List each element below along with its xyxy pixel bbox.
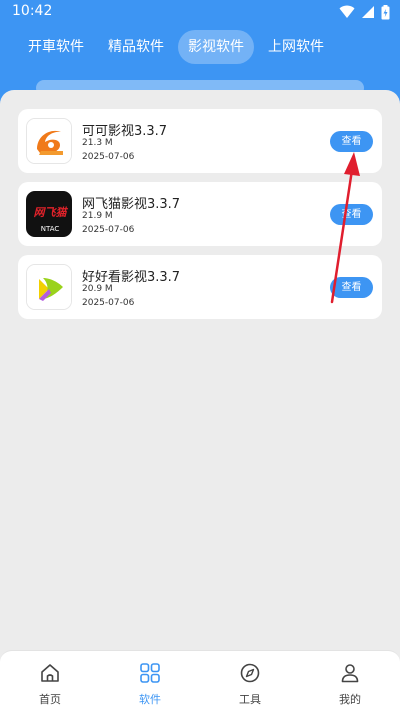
bottom-navigation: 首页 软件 工具 我的 bbox=[0, 650, 400, 712]
status-icons bbox=[339, 4, 390, 20]
home-icon bbox=[41, 664, 59, 682]
nav-tools-label: 工具 bbox=[239, 693, 261, 706]
nav-tools[interactable]: 工具 bbox=[200, 651, 300, 712]
tab-shangwang[interactable]: 上网软件 bbox=[258, 30, 334, 64]
user-icon bbox=[341, 664, 359, 683]
view-button[interactable]: 查看 bbox=[330, 277, 373, 298]
wangfeimao-logo-text: 网飞猫 bbox=[34, 206, 69, 219]
app-size: 21.9 M bbox=[82, 211, 113, 221]
app-date: 2025-07-06 bbox=[82, 225, 135, 235]
category-tabs: 开車软件 精品软件 影视软件 上网软件 bbox=[18, 30, 338, 64]
app-size: 21.3 M bbox=[82, 138, 113, 148]
app-card-wangfeimao[interactable]: 网飞猫 NTAC 网飞猫影视3.3.7 21.9 M 2025-07-06 查看 bbox=[18, 182, 382, 246]
keke-logo-icon bbox=[26, 118, 72, 164]
wangfeimao-logo-subtext: NTAC bbox=[41, 225, 60, 233]
signal-icon bbox=[362, 6, 374, 18]
haohaokan-logo-icon bbox=[26, 264, 72, 310]
nav-software[interactable]: 软件 bbox=[100, 651, 200, 712]
app-date: 2025-07-06 bbox=[82, 152, 135, 162]
nav-mine[interactable]: 我的 bbox=[300, 651, 400, 712]
app-date: 2025-07-06 bbox=[82, 298, 135, 308]
tab-yingshi[interactable]: 影视软件 bbox=[178, 30, 254, 64]
nav-mine-label: 我的 bbox=[339, 693, 361, 706]
tab-jingpin[interactable]: 精品软件 bbox=[98, 30, 174, 64]
content-panel bbox=[0, 90, 400, 690]
tab-kaiche[interactable]: 开車软件 bbox=[18, 30, 94, 64]
status-bar: 10:42 bbox=[0, 0, 400, 26]
compass-icon bbox=[240, 663, 260, 683]
view-button[interactable]: 查看 bbox=[330, 204, 373, 225]
view-button[interactable]: 查看 bbox=[330, 131, 373, 152]
nav-home-label: 首页 bbox=[39, 693, 61, 706]
app-name: 好好看影视3.3.7 bbox=[82, 270, 181, 285]
apps-grid-icon bbox=[140, 663, 160, 683]
wangfeimao-logo-icon: 网飞猫 NTAC bbox=[26, 191, 72, 237]
nav-software-label: 软件 bbox=[139, 693, 161, 706]
status-time: 10:42 bbox=[12, 3, 53, 19]
battery-icon bbox=[381, 4, 390, 19]
app-size: 20.9 M bbox=[82, 284, 113, 294]
app-card-keke[interactable]: 可可影视3.3.7 21.3 M 2025-07-06 查看 bbox=[18, 109, 382, 173]
app-card-haohaokan[interactable]: 好好看影视3.3.7 20.9 M 2025-07-06 查看 bbox=[18, 255, 382, 319]
wifi-icon bbox=[339, 5, 355, 18]
app-name: 可可影视3.3.7 bbox=[82, 124, 168, 139]
nav-home[interactable]: 首页 bbox=[0, 651, 100, 712]
app-name: 网飞猫影视3.3.7 bbox=[82, 197, 181, 212]
